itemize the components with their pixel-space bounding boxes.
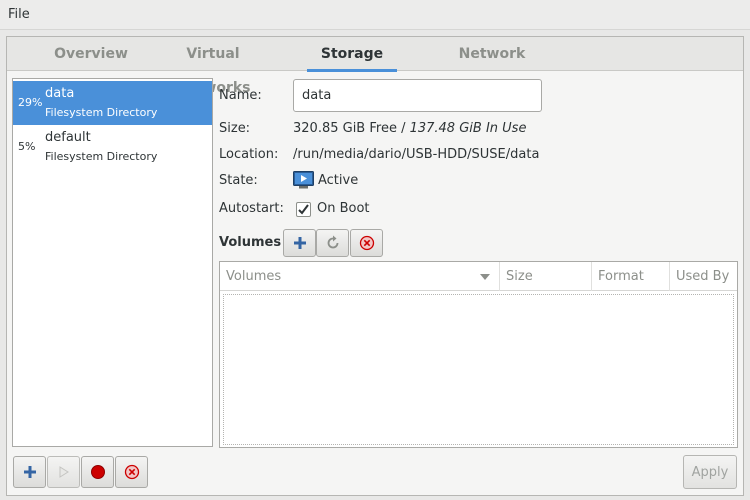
tab-overview[interactable]: Overview — [27, 37, 155, 71]
add-pool-button[interactable] — [13, 456, 46, 488]
size-label: Size: — [219, 121, 251, 136]
pool-type: Filesystem Directory — [45, 150, 158, 163]
volumes-table-header: Volumes Size Format Used By — [220, 262, 737, 291]
connection-details-notebook: Overview Virtual Networks Storage Networ… — [6, 36, 744, 496]
storage-pool-list[interactable]: 29% data Filesystem Directory 5% default… — [12, 78, 213, 447]
monitor-play-icon — [293, 171, 314, 189]
delete-volume-button[interactable] — [350, 229, 383, 257]
name-label: Name: — [219, 88, 262, 103]
autostart-label: Autostart: — [219, 201, 284, 216]
start-pool-button[interactable] — [47, 456, 80, 488]
pool-name: data — [45, 86, 75, 101]
autostart-value: On Boot — [317, 201, 370, 216]
sort-descending-icon — [480, 274, 490, 280]
apply-button[interactable]: Apply — [683, 455, 737, 489]
column-header-volumes[interactable]: Volumes — [220, 262, 500, 291]
tab-network-interfaces[interactable]: Network Interfaces — [419, 37, 565, 96]
stop-icon — [90, 465, 105, 479]
menu-file[interactable]: File — [8, 7, 30, 22]
tab-bar: Overview Virtual Networks Storage Networ… — [7, 37, 743, 96]
checkmark-icon — [298, 204, 309, 215]
state-label: State: — [219, 173, 258, 188]
tab-virtual-networks[interactable]: Virtual Networks — [149, 37, 277, 96]
delete-pool-button[interactable] — [115, 456, 148, 488]
add-icon — [23, 466, 36, 478]
tab-storage[interactable]: Storage — [307, 37, 397, 72]
pool-name-field[interactable] — [293, 79, 542, 112]
state-value: Active — [318, 173, 359, 188]
pool-row-data[interactable]: 29% data Filesystem Directory — [13, 81, 212, 125]
column-label: Volumes — [226, 269, 282, 284]
volumes-label: Volumes — [219, 235, 282, 250]
refresh-volumes-button[interactable] — [316, 229, 349, 257]
size-value: 320.85 GiB Free / 137.48 GiB In Use — [293, 121, 526, 136]
add-volume-button[interactable] — [283, 229, 316, 257]
autostart-checkbox[interactable] — [296, 202, 311, 217]
delete-icon — [124, 464, 139, 480]
add-icon — [293, 237, 306, 249]
column-header-size[interactable]: Size — [500, 262, 592, 291]
volumes-table[interactable]: Volumes Size Format Used By — [219, 261, 738, 448]
volumes-list-body[interactable] — [223, 294, 734, 445]
pool-usage: 5% — [18, 140, 36, 153]
delete-icon — [359, 235, 374, 251]
refresh-icon — [327, 235, 338, 249]
play-icon — [59, 466, 69, 478]
size-inuse: 137.48 GiB In Use — [409, 121, 527, 136]
pool-usage: 29% — [18, 96, 43, 109]
menubar: File — [0, 0, 750, 30]
column-header-used-by[interactable]: Used By — [670, 262, 737, 291]
pool-row-default[interactable]: 5% default Filesystem Directory — [13, 125, 212, 169]
column-header-format[interactable]: Format — [592, 262, 670, 291]
location-value: /run/media/dario/USB-HDD/SUSE/data — [293, 147, 540, 162]
size-free: 320.85 GiB Free / — [293, 121, 410, 136]
pool-name: default — [45, 130, 91, 145]
location-label: Location: — [219, 147, 279, 162]
stop-pool-button[interactable] — [81, 456, 114, 488]
pool-type: Filesystem Directory — [45, 106, 158, 119]
